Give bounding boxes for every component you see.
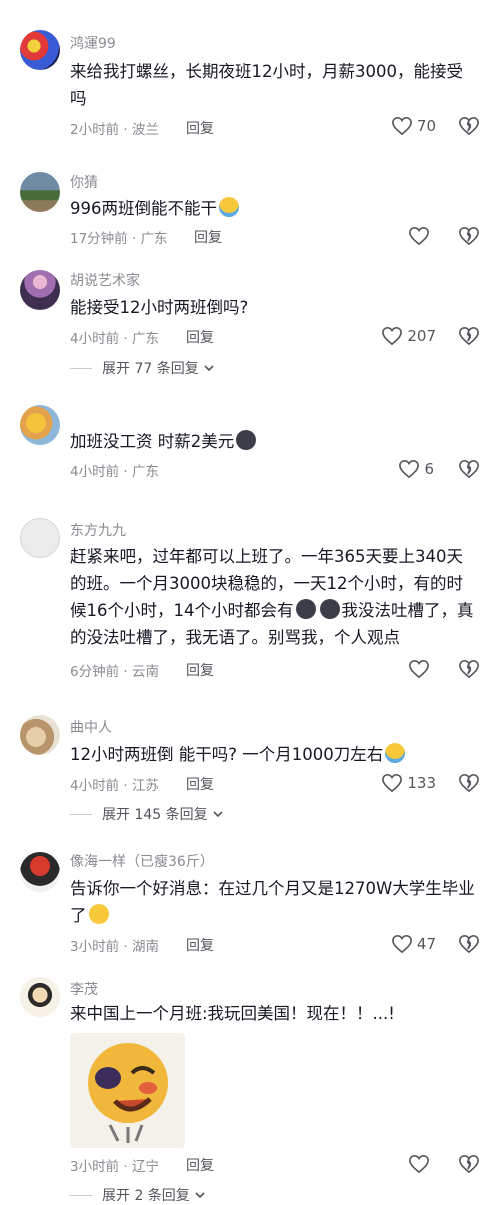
laugh-cry-emoji-icon bbox=[219, 197, 239, 217]
comment-meta: 17分钟前 · 广东 bbox=[70, 231, 168, 247]
comment-text: 加班没工资 时薪2美元 bbox=[70, 428, 475, 455]
like-button[interactable] bbox=[408, 659, 434, 679]
avatar[interactable] bbox=[20, 405, 60, 445]
heart-icon bbox=[382, 773, 403, 793]
reply-button[interactable]: 回复 bbox=[186, 118, 214, 138]
like-button[interactable]: 133 bbox=[381, 773, 436, 793]
heart-icon bbox=[399, 459, 420, 479]
comment-text: 能接受12小时两班倒吗? bbox=[70, 298, 249, 317]
comment-text: 告诉你一个好消息：在过几个月又是1270W大学生毕业了 bbox=[70, 879, 475, 925]
chevron-down-icon bbox=[195, 1192, 205, 1199]
comment-meta: 4小时前 · 江苏 bbox=[70, 778, 159, 794]
broken-heart-icon[interactable] bbox=[458, 934, 480, 954]
avatar[interactable] bbox=[20, 715, 60, 755]
broken-heart-icon[interactable] bbox=[458, 226, 480, 246]
like-count: 133 bbox=[407, 774, 436, 792]
chevron-down-icon bbox=[213, 811, 223, 818]
expand-replies-button[interactable]: 展开 2 条回复 bbox=[70, 1185, 206, 1205]
comment-item: 你猜 996两班倒能不能干 17分钟前 · 广东 回复 bbox=[0, 150, 496, 260]
comment-meta: 3小时前 · 湖南 bbox=[70, 939, 159, 955]
comment-username[interactable]: 曲中人 bbox=[70, 717, 112, 737]
heart-icon bbox=[382, 326, 403, 346]
comment-username[interactable]: 像海一样（已瘦36斤） bbox=[70, 851, 214, 871]
broken-heart-icon[interactable] bbox=[458, 326, 480, 346]
reply-button[interactable]: 回复 bbox=[186, 774, 214, 794]
comment-meta: 6分钟前 · 云南 bbox=[70, 664, 159, 680]
like-count: 207 bbox=[407, 327, 436, 345]
reply-button[interactable]: 回复 bbox=[186, 327, 214, 347]
tired-face-emoji-icon bbox=[319, 599, 340, 619]
comment-text: 来中国上一个月班:我玩回美国！现在！！...! bbox=[70, 1004, 395, 1023]
dark-face-emoji-icon bbox=[236, 430, 257, 450]
laugh-cry-emoji-icon bbox=[385, 743, 406, 763]
comment-meta: 3小时前 · 辽宁 bbox=[70, 1159, 159, 1175]
broken-heart-icon[interactable] bbox=[458, 659, 480, 679]
comment-item: 曲中人 12小时两班倒 能干吗? 一个月1000刀左右 4小时前 · 江苏 回复… bbox=[0, 710, 496, 840]
comment-text: 996两班倒能不能干 bbox=[70, 195, 475, 222]
reply-button[interactable]: 回复 bbox=[186, 935, 214, 955]
chevron-down-icon bbox=[204, 365, 214, 372]
laughing-face-sticker-icon bbox=[88, 1043, 168, 1143]
comment-item: 鸿運99 来给我打螺丝，长期夜班12小时，月薪3000，能接受吗 2小时前 · … bbox=[0, 0, 496, 150]
comment-username[interactable]: 鸿運99 bbox=[70, 33, 116, 53]
expand-replies-button[interactable]: 展开 77 条回复 bbox=[70, 358, 215, 378]
comment-item: 像海一样（已瘦36斤） 告诉你一个好消息：在过几个月又是1270W大学生毕业了 … bbox=[0, 840, 496, 965]
avatar[interactable] bbox=[20, 270, 60, 310]
like-button[interactable]: 47 bbox=[391, 934, 436, 954]
sticker-image[interactable] bbox=[70, 1033, 185, 1148]
like-button[interactable]: 6 bbox=[398, 459, 434, 479]
comment-item: 加班没工资 时薪2美元 4小时前 · 广东 6 bbox=[0, 390, 496, 510]
heart-icon bbox=[391, 934, 412, 954]
expand-replies-label: 展开 77 条回复 bbox=[102, 361, 199, 377]
comment-text: 赶紧来吧，过年都可以上班了。一年365天要上340天的班。一个月3000块稳稳的… bbox=[70, 547, 474, 647]
broken-heart-icon[interactable] bbox=[458, 1154, 480, 1174]
comment-text: 来给我打螺丝，长期夜班12小时，月薪3000，能接受吗 bbox=[70, 62, 463, 108]
like-count: 6 bbox=[424, 460, 434, 478]
avatar[interactable] bbox=[20, 852, 60, 892]
like-button[interactable]: 70 bbox=[391, 116, 436, 136]
like-count: 70 bbox=[416, 117, 436, 135]
comment-meta: 2小时前 · 波兰 bbox=[70, 122, 159, 138]
expand-replies-label: 展开 2 条回复 bbox=[102, 1188, 190, 1204]
divider bbox=[70, 1194, 92, 1196]
heart-icon bbox=[409, 659, 429, 679]
avatar[interactable] bbox=[20, 518, 60, 558]
avatar[interactable] bbox=[20, 30, 60, 70]
reply-button[interactable]: 回复 bbox=[194, 227, 222, 247]
comment-username[interactable]: 李茂 bbox=[70, 979, 98, 999]
comment-meta: 4小时前 · 广东 bbox=[70, 464, 159, 480]
comment-username[interactable]: 胡说艺术家 bbox=[70, 270, 140, 290]
comment-item: 胡说艺术家 能接受12小时两班倒吗? 4小时前 · 广东 回复 207 展开 7… bbox=[0, 260, 496, 390]
comment-username[interactable]: 你猜 bbox=[70, 172, 98, 192]
broken-heart-icon[interactable] bbox=[458, 459, 480, 479]
avatar[interactable] bbox=[20, 172, 60, 212]
heart-icon bbox=[409, 1154, 429, 1174]
reply-button[interactable]: 回复 bbox=[186, 1155, 214, 1175]
smile-emoji-icon bbox=[88, 904, 109, 924]
avatar[interactable] bbox=[20, 977, 60, 1017]
broken-heart-icon[interactable] bbox=[458, 116, 480, 136]
divider bbox=[70, 813, 92, 815]
like-count: 47 bbox=[416, 935, 436, 953]
divider bbox=[70, 367, 92, 369]
broken-heart-icon[interactable] bbox=[458, 773, 480, 793]
comment-meta: 4小时前 · 广东 bbox=[70, 331, 159, 347]
comment-text: 12小时两班倒 能干吗? 一个月1000刀左右 bbox=[70, 741, 475, 768]
comment-item: 李茂 来中国上一个月班:我玩回美国！现在！！...! 3小时前 · 辽宁 回复 … bbox=[0, 965, 496, 1204]
comment-username[interactable]: 东方九九 bbox=[70, 520, 126, 540]
like-button[interactable] bbox=[408, 1154, 434, 1174]
comment-item: 东方九九 赶紧来吧，过年都可以上班了。一年365天要上340天的班。一个月300… bbox=[0, 510, 496, 710]
heart-icon bbox=[391, 116, 412, 136]
reply-button[interactable]: 回复 bbox=[186, 660, 214, 680]
like-button[interactable] bbox=[408, 226, 434, 246]
expand-replies-label: 展开 145 条回复 bbox=[102, 807, 208, 823]
expand-replies-button[interactable]: 展开 145 条回复 bbox=[70, 804, 224, 824]
tired-face-emoji-icon bbox=[295, 599, 316, 619]
heart-icon bbox=[409, 226, 429, 246]
like-button[interactable]: 207 bbox=[381, 326, 436, 346]
